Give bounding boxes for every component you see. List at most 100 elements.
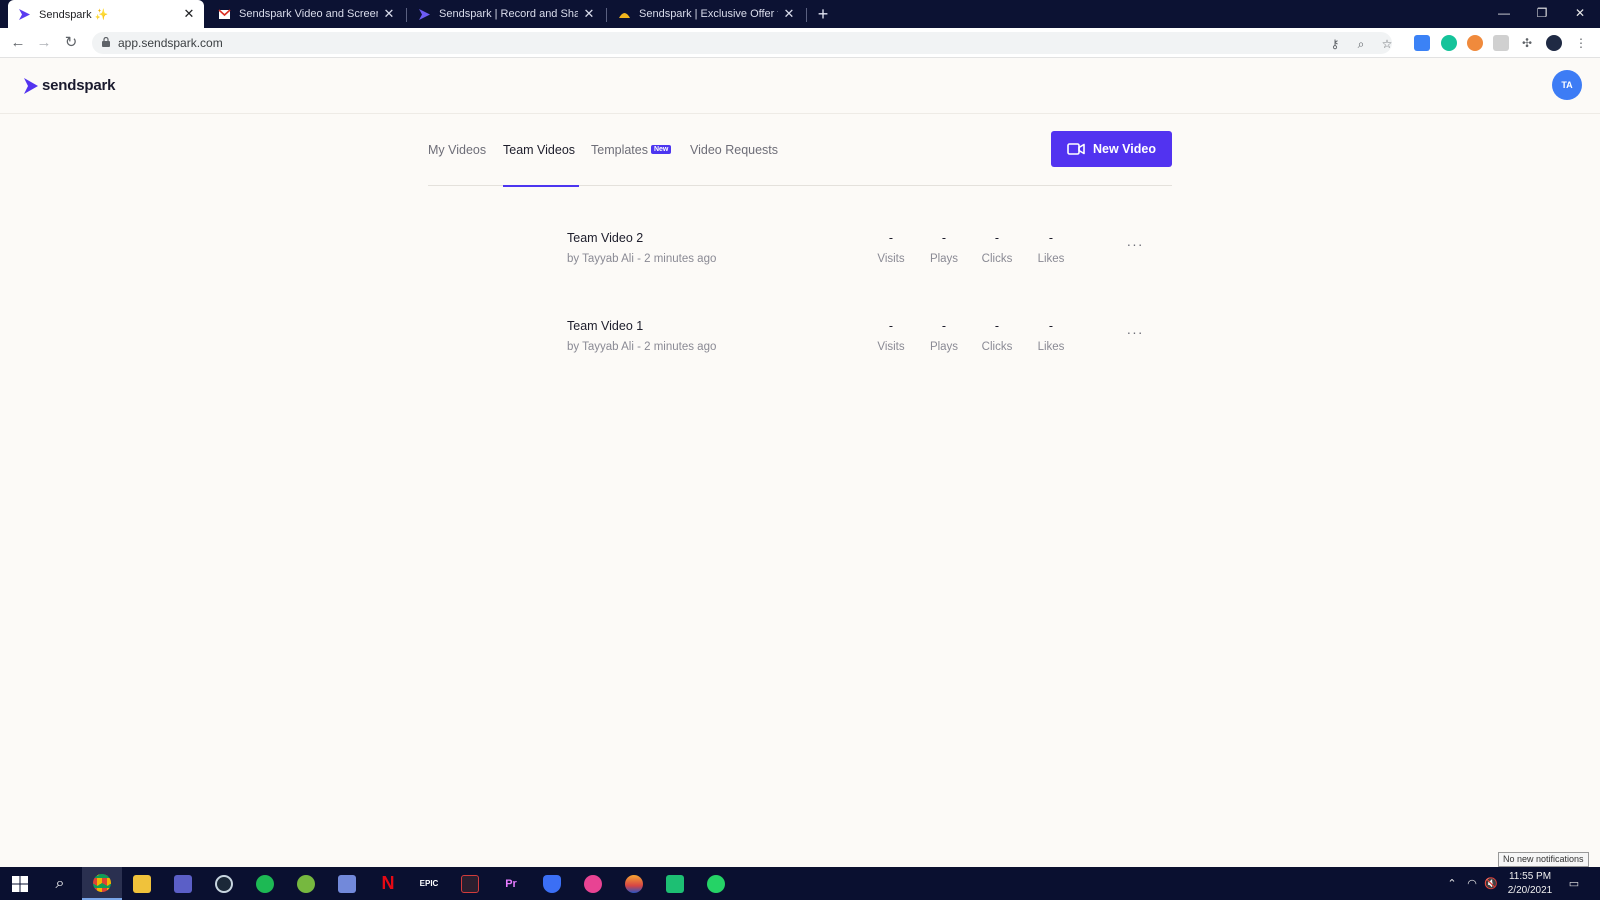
premiere-pro-icon[interactable]: Pr [491,867,531,900]
stat-value: - [941,231,947,245]
discord-icon[interactable] [327,867,367,900]
close-icon[interactable]: ✕ [182,6,196,22]
extensions-puzzle-icon[interactable]: ✣ [1520,36,1534,50]
stat-label: Clicks [981,253,1013,265]
tab-label: Video Requests [690,143,779,157]
search-icon[interactable]: ⌕ [40,867,80,900]
new-tab-icon[interactable]: + [812,3,834,25]
stat-plays: - Plays [919,319,969,353]
app-icon[interactable] [450,867,490,900]
tab-title: Sendspark | Exclusive Offer from [639,8,778,20]
zoom-icon[interactable]: ⌕ [1354,37,1368,51]
teams-icon[interactable] [163,867,203,900]
taskbar-clock[interactable]: 11:55 PM 2/20/2021 [1502,870,1558,898]
chrome-icon[interactable] [82,867,122,900]
stat-plays: - Plays [919,231,969,265]
more-options-icon[interactable]: ··· [1123,325,1147,341]
stat-value: - [994,231,1000,245]
sendspark-logo-icon [24,77,38,94]
whatsapp-icon[interactable] [696,867,736,900]
video-list-item[interactable]: Team Video 1 by Tayyab Ali - 2 minutes a… [567,319,1147,379]
new-video-label: New Video [1093,142,1156,156]
stat-clicks: - Clicks [972,231,1022,265]
stat-label: Likes [1037,341,1065,353]
bookmark-star-icon[interactable]: ☆ [1380,37,1394,51]
tab-templates[interactable]: Templates New [591,143,672,186]
close-icon[interactable]: ✕ [382,6,396,22]
stat-value: - [941,319,947,333]
app-icon[interactable] [573,867,613,900]
tab-separator [406,8,407,22]
tab-my-videos[interactable]: My Videos [428,143,486,186]
stat-value: - [888,231,894,245]
shield-icon[interactable] [1493,35,1509,51]
forward-icon[interactable]: → [33,32,55,54]
action-center-icon[interactable]: ▭ [1560,867,1588,900]
video-list-item[interactable]: Team Video 2 by Tayyab Ali - 2 minutes a… [567,231,1147,291]
spotify-icon[interactable] [245,867,285,900]
stat-visits: - Visits [866,231,916,265]
restore-icon[interactable]: ❐ [1523,0,1561,28]
tab-label: My Videos [428,143,487,157]
wifi-icon[interactable]: ◠ [1462,867,1482,900]
active-tab-indicator [503,185,579,187]
reload-icon[interactable]: ↻ [60,32,82,54]
epic-games-icon[interactable]: EPIC [409,867,449,900]
utorrent-icon[interactable] [286,867,326,900]
clock-date: 2/20/2021 [1507,885,1553,896]
menu-kebab-icon[interactable]: ⋮ [1574,36,1588,50]
video-meta: by Tayyab Ali - 2 minutes ago [567,341,717,353]
lock-icon [102,37,110,47]
stat-visits: - Visits [866,319,916,353]
sendspark-icon [419,8,430,20]
minimize-icon[interactable]: — [1485,0,1523,28]
key-icon[interactable]: ⚷ [1328,37,1342,51]
netflix-icon[interactable]: N [368,867,408,900]
browser-tab[interactable]: Sendspark ✨ ✕ [8,0,204,28]
tab-video-requests[interactable]: Video Requests [690,143,778,186]
stat-label: Plays [929,253,959,265]
sendspark-logo[interactable]: sendspark [24,77,115,94]
url-text: app.sendspark.com [118,36,223,50]
clock-time: 11:55 PM [1508,871,1552,882]
close-icon[interactable]: ✕ [782,6,796,22]
stat-likes: - Likes [1026,319,1076,353]
new-video-button[interactable]: New Video [1051,131,1172,167]
tab-team-videos[interactable]: Team Videos [503,143,579,187]
grammarly-icon[interactable] [1441,35,1457,51]
stat-label: Visits [877,341,905,353]
video-title[interactable]: Team Video 1 [567,319,643,333]
fiverr-icon[interactable] [655,867,695,900]
stat-label: Plays [929,341,959,353]
file-explorer-icon[interactable] [122,867,162,900]
browser-tab[interactable]: Sendspark Video and Screen Rec ✕ [208,0,404,28]
notification-tooltip: No new notifications [1498,852,1589,867]
tray-chevron-up-icon[interactable]: ⌃ [1444,867,1460,900]
vpn-shield-icon[interactable] [532,867,572,900]
video-camera-icon [1067,143,1085,155]
stat-label: Likes [1037,253,1065,265]
back-icon[interactable]: ← [7,32,29,54]
extension-icon[interactable] [1467,35,1483,51]
browser-tab-strip: Sendspark ✨ ✕ Sendspark Video and Screen… [0,0,1600,28]
video-title[interactable]: Team Video 2 [567,231,643,245]
tab-title: Sendspark | Record and Share Pe [439,8,578,20]
stat-value: - [888,319,894,333]
extension-icon[interactable] [1414,35,1430,51]
steam-icon[interactable] [204,867,244,900]
more-options-icon[interactable]: ··· [1123,237,1147,253]
profile-icon[interactable] [1546,35,1562,51]
close-icon[interactable]: ✕ [582,6,596,22]
stat-label: Visits [877,253,905,265]
windows-start-icon[interactable] [0,867,40,900]
avatar[interactable]: TA [1552,70,1582,100]
gmail-icon [218,8,231,19]
window-close-icon[interactable]: ✕ [1561,0,1599,28]
url-field[interactable]: app.sendspark.com ⚷ ⌕ ☆ [92,32,1392,54]
app-icon[interactable] [614,867,654,900]
browser-tab[interactable]: Sendspark | Exclusive Offer from ✕ [608,0,804,28]
app-header: sendspark TA [0,58,1600,114]
taco-icon [619,12,630,18]
volume-muted-icon[interactable]: 🔇 [1482,867,1500,900]
browser-tab[interactable]: Sendspark | Record and Share Pe ✕ [408,0,604,28]
